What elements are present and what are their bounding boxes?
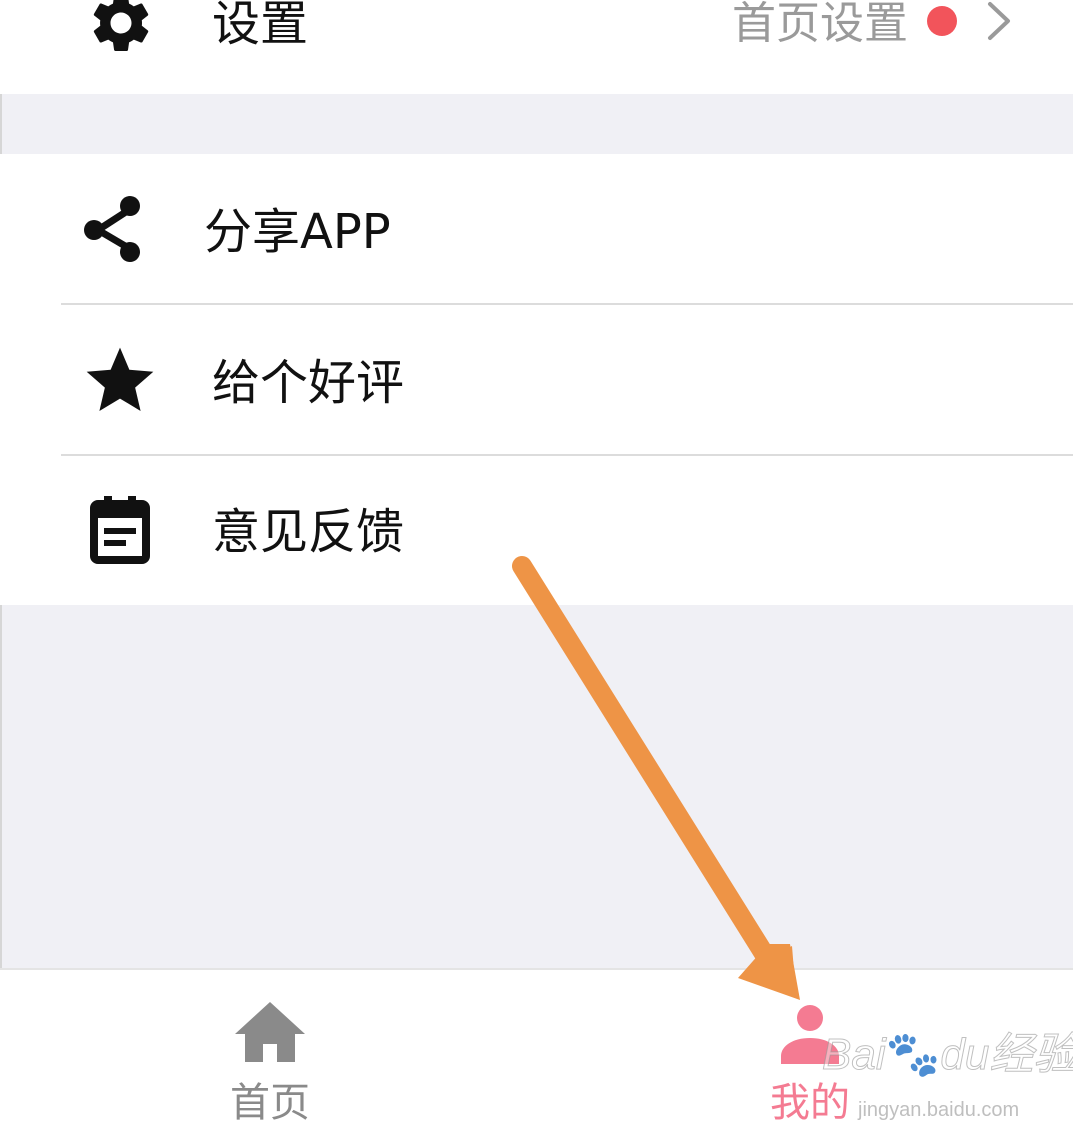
star-icon (80, 341, 160, 421)
rate-app-row[interactable]: 给个好评 (0, 305, 1073, 455)
feedback-row[interactable]: 意见反馈 (0, 456, 1073, 606)
rate-app-label: 给个好评 (212, 355, 405, 411)
tab-mine[interactable]: 我的 (710, 970, 910, 1148)
bottom-tab-bar: 首页 我的 (0, 968, 1073, 1148)
feedback-icon (80, 494, 160, 574)
settings-card: 设置 首页设置 (0, 0, 1073, 94)
notification-dot (927, 6, 957, 36)
tab-home[interactable]: 首页 (170, 970, 370, 1148)
chevron-right-icon (982, 0, 1016, 44)
share-icon (80, 192, 160, 272)
share-app-row[interactable]: 分享APP (0, 154, 1073, 304)
settings-value: 首页设置 (732, 0, 908, 49)
gear-icon (86, 0, 156, 58)
tab-home-label: 首页 (230, 1080, 310, 1126)
settings-row[interactable]: 设置 首页设置 (0, 0, 1073, 94)
feedback-label: 意见反馈 (212, 504, 405, 560)
share-app-label: 分享APP (204, 204, 391, 260)
person-icon (779, 1002, 841, 1068)
misc-menu-card: 分享APP 给个好评 意见反馈 (0, 154, 1073, 605)
settings-label: 设置 (212, 0, 309, 52)
home-icon (233, 1000, 307, 1068)
tab-mine-label: 我的 (770, 1080, 850, 1126)
